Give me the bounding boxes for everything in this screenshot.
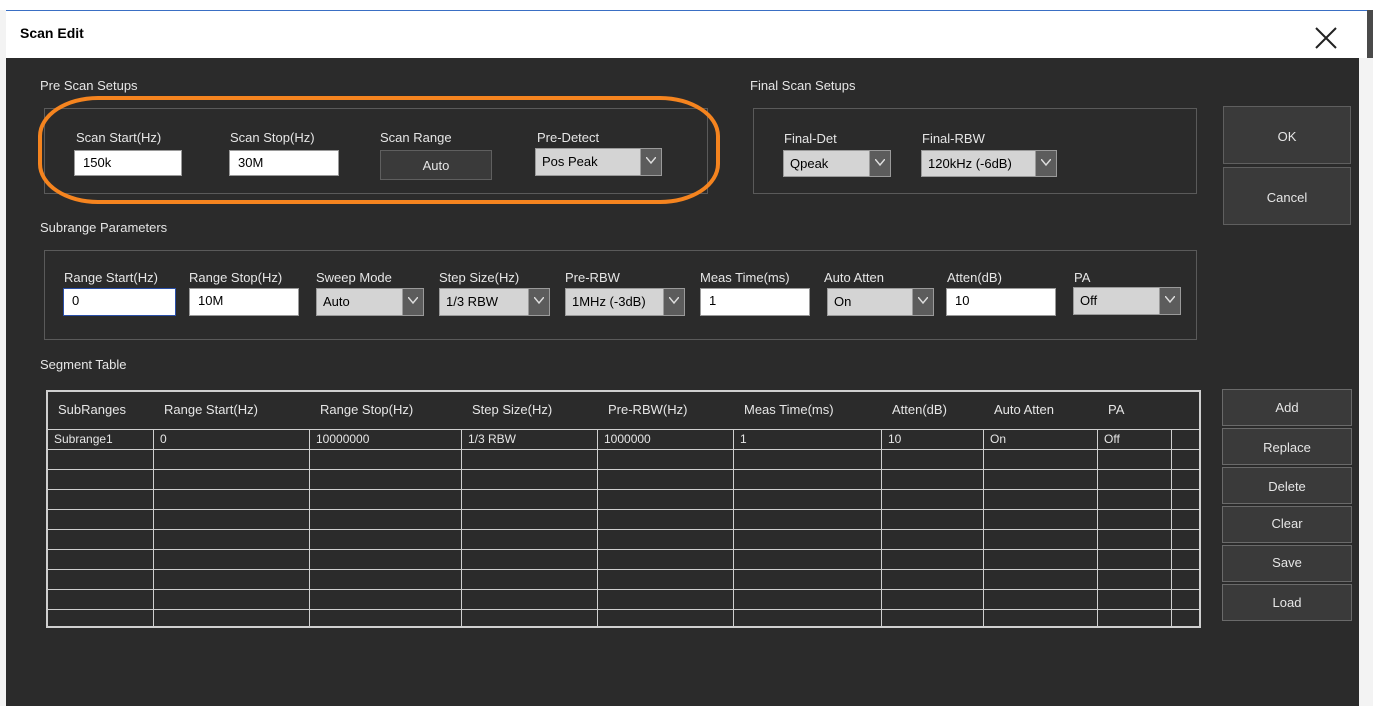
table-row[interactable] — [48, 550, 1199, 570]
column-header[interactable]: Range Start(Hz) — [164, 402, 258, 417]
top-edge — [0, 0, 1373, 10]
subrange-group-label: Subrange Parameters — [40, 220, 168, 235]
add-button[interactable]: Add — [1222, 389, 1352, 426]
range-stop-label: Range Stop(Hz) — [189, 270, 283, 285]
cancel-button[interactable]: Cancel — [1223, 167, 1351, 225]
final-det-label: Final-Det — [784, 131, 837, 146]
table-cell: Off — [1104, 432, 1120, 446]
pa-value: Off — [1080, 293, 1098, 308]
sweep-mode-label: Sweep Mode — [316, 270, 392, 285]
atten-label: Atten(dB) — [947, 270, 1002, 285]
load-button[interactable]: Load — [1222, 584, 1352, 621]
replace-button[interactable]: Replace — [1222, 428, 1352, 465]
pa-select[interactable]: Off — [1073, 287, 1181, 315]
column-divider — [597, 430, 598, 626]
table-row[interactable] — [48, 570, 1199, 590]
segment-table[interactable]: SubRanges Range Start(Hz) Range Stop(Hz) St… — [46, 390, 1201, 628]
step-size-value: 1/3 RBW — [446, 294, 499, 309]
column-header[interactable]: Auto Atten — [994, 402, 1054, 417]
column-header[interactable]: SubRanges — [58, 402, 126, 417]
column-header[interactable]: Pre-RBW(Hz) — [608, 402, 687, 417]
range-start-label: Range Start(Hz) — [64, 270, 158, 285]
chevron-down-icon[interactable] — [528, 289, 549, 315]
pa-label: PA — [1074, 270, 1091, 285]
atten-input[interactable]: 10 — [946, 288, 1056, 316]
save-button[interactable]: Save — [1222, 545, 1352, 582]
table-row[interactable] — [48, 470, 1199, 490]
meas-time-input[interactable]: 1 — [700, 288, 810, 316]
range-start-input[interactable]: 0 — [63, 288, 176, 316]
column-divider — [1171, 430, 1172, 626]
table-row[interactable] — [48, 510, 1199, 530]
clear-button[interactable]: Clear — [1222, 506, 1352, 543]
column-divider — [153, 430, 154, 626]
table-cell: 10 — [888, 432, 902, 446]
table-row[interactable] — [48, 450, 1199, 470]
column-header[interactable]: Step Size(Hz) — [472, 402, 552, 417]
column-divider — [461, 430, 462, 626]
range-stop-input[interactable]: 10M — [189, 288, 299, 316]
ok-button[interactable]: OK — [1223, 106, 1351, 164]
final-rbw-select[interactable]: 120kHz (-6dB) — [921, 150, 1057, 177]
table-cell: 1000000 — [604, 432, 651, 446]
chevron-down-icon[interactable] — [869, 151, 890, 176]
table-row[interactable] — [48, 590, 1199, 610]
step-size-label: Step Size(Hz) — [439, 270, 520, 285]
annotation-highlight — [38, 96, 720, 204]
table-row[interactable] — [48, 530, 1199, 550]
sweep-mode-value: Auto — [323, 294, 350, 309]
table-cell: On — [990, 432, 1007, 446]
table-cell: Subrange1 — [54, 432, 113, 446]
table-cell: 1 — [740, 432, 747, 446]
final-det-select[interactable]: Qpeak — [783, 150, 891, 177]
pre-scan-group-label: Pre Scan Setups — [40, 78, 138, 93]
final-det-value: Qpeak — [790, 156, 829, 171]
column-header[interactable]: Range Stop(Hz) — [320, 402, 413, 417]
meas-time-label: Meas Time(ms) — [700, 270, 790, 285]
auto-atten-select[interactable]: On — [827, 288, 934, 316]
column-divider — [1097, 430, 1098, 626]
close-icon[interactable] — [1310, 22, 1342, 54]
auto-atten-label: Auto Atten — [824, 270, 884, 285]
table-cell: 10000000 — [316, 432, 370, 446]
column-header[interactable]: PA — [1108, 402, 1124, 417]
column-header[interactable]: Atten(dB) — [892, 402, 947, 417]
table-row[interactable]: Subrange1 0 10000000 1/3 RBW 1000000 1 10 On Off — [48, 430, 1199, 450]
pre-rbw-select[interactable]: 1MHz (-3dB) — [565, 288, 685, 316]
column-header[interactable]: Meas Time(ms) — [744, 402, 834, 417]
step-size-select[interactable]: 1/3 RBW — [439, 288, 550, 316]
final-rbw-value: 120kHz (-6dB) — [928, 156, 1012, 171]
column-divider — [983, 430, 984, 626]
pre-rbw-value: 1MHz (-3dB) — [572, 294, 646, 309]
chevron-down-icon[interactable] — [402, 289, 423, 315]
chevron-down-icon[interactable] — [1159, 288, 1180, 314]
table-row[interactable] — [48, 490, 1199, 510]
sweep-mode-select[interactable]: Auto — [316, 288, 424, 316]
segment-table-label: Segment Table — [40, 357, 127, 372]
column-divider — [309, 430, 310, 626]
chevron-down-icon[interactable] — [912, 289, 933, 315]
table-cell: 0 — [160, 432, 167, 446]
final-scan-group-label: Final Scan Setups — [750, 78, 856, 93]
chevron-down-icon[interactable] — [1035, 151, 1056, 176]
pre-rbw-label: Pre-RBW — [565, 270, 620, 285]
column-divider — [733, 430, 734, 626]
right-edge — [1359, 58, 1373, 706]
title-bar — [6, 10, 1367, 58]
column-divider — [881, 430, 882, 626]
final-rbw-label: Final-RBW — [922, 131, 985, 146]
delete-button[interactable]: Delete — [1222, 467, 1352, 504]
window-title: Scan Edit — [20, 25, 84, 41]
table-cell: 1/3 RBW — [468, 432, 517, 446]
auto-atten-value: On — [834, 294, 852, 309]
chevron-down-icon[interactable] — [663, 289, 684, 315]
